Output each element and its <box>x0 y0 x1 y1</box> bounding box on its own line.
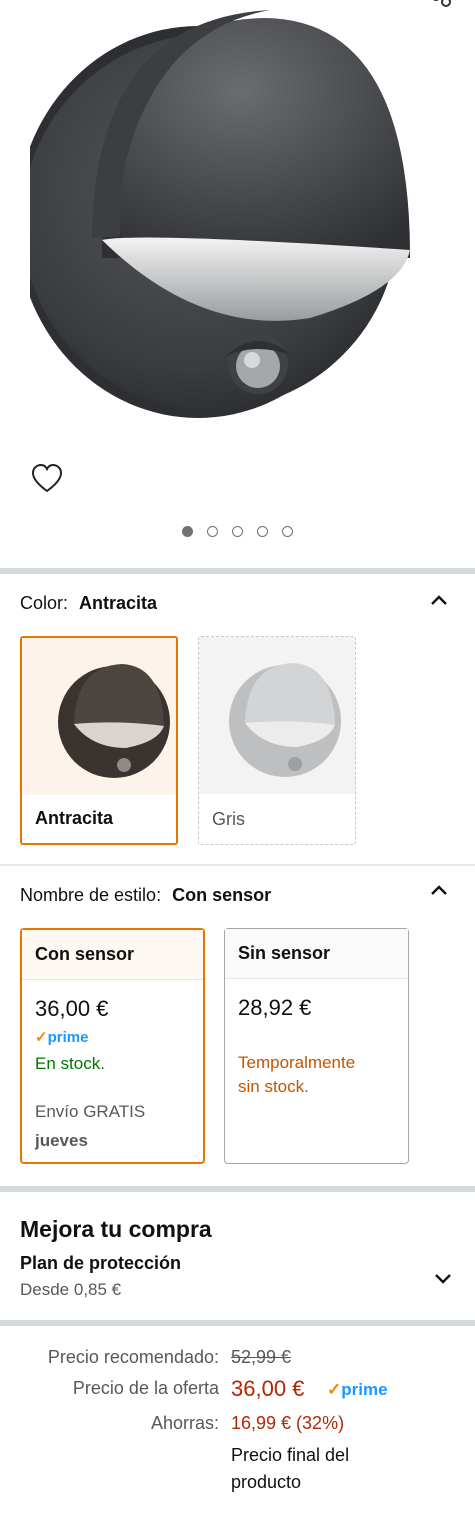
color-selector-header[interactable]: Color: Antracita <box>20 593 157 614</box>
section-divider <box>0 568 475 574</box>
upgrade-title: Mejora tu compra <box>20 1216 212 1242</box>
shipping-text: Envío GRATIS <box>35 1102 146 1121</box>
stock-status: En stock. <box>35 1054 105 1073</box>
protection-plan-price: Desde 0,85 € <box>20 1280 122 1299</box>
product-image[interactable] <box>30 0 430 450</box>
section-divider <box>0 864 475 866</box>
pagination-dot[interactable] <box>232 526 243 537</box>
color-label: Color: <box>20 593 69 613</box>
color-selected-value: Antracita <box>79 593 158 613</box>
chevron-up-icon[interactable] <box>429 883 449 897</box>
style-selected-value: Con sensor <box>172 885 272 905</box>
style-selector-header[interactable]: Nombre de estilo: Con sensor <box>20 885 271 906</box>
color-option-antracita[interactable]: Antracita <box>20 636 178 845</box>
delivery-day: jueves <box>35 1131 88 1150</box>
deal-price-value: 36,00 € <box>231 1376 305 1401</box>
deal-price-label: Precio de la oferta <box>72 1378 219 1398</box>
stock-status: Temporalmente <box>238 1053 356 1072</box>
savings-value: 16,99 € (32%) <box>231 1413 345 1433</box>
chevron-up-icon[interactable] <box>429 593 449 607</box>
style-option-sin-sensor[interactable]: Sin sensor 28,92 € Temporalmente sin sto… <box>224 928 409 1164</box>
style-option-name: Sin sensor <box>225 929 408 979</box>
color-option-label: Antracita <box>35 808 114 828</box>
list-price-value: 52,99 € <box>231 1347 292 1367</box>
pagination-dot[interactable] <box>282 526 293 537</box>
style-option-price: 36,00 € <box>35 996 109 1021</box>
protection-plan-label[interactable]: Plan de protección <box>20 1253 181 1274</box>
section-divider <box>0 1186 475 1192</box>
gallery-pagination <box>0 526 475 537</box>
style-option-price: 28,92 € <box>238 995 312 1020</box>
final-price-note-line2: producto <box>231 1472 302 1492</box>
antracita-swatch-image <box>58 664 170 778</box>
prime-badge: ✓prime <box>327 1380 388 1399</box>
pagination-dot[interactable] <box>257 526 268 537</box>
chevron-down-icon[interactable] <box>433 1272 453 1286</box>
heart-icon[interactable] <box>30 462 64 496</box>
prime-badge: ✓prime <box>35 1029 89 1046</box>
gris-swatch-image <box>229 663 341 777</box>
prime-text: prime <box>47 1029 89 1046</box>
section-divider <box>0 1320 475 1326</box>
pagination-dot[interactable] <box>207 526 218 537</box>
style-label: Nombre de estilo: <box>20 885 162 905</box>
color-option-label: Gris <box>212 809 245 829</box>
share-icon[interactable] <box>427 0 453 14</box>
color-option-gris[interactable]: Gris <box>198 636 356 845</box>
savings-label: Ahorras: <box>150 1413 219 1433</box>
final-price-note-line1: Precio final del <box>231 1445 350 1465</box>
pagination-dot[interactable] <box>182 526 193 537</box>
list-price-label: Precio recomendado: <box>47 1347 219 1367</box>
style-option-name: Con sensor <box>22 930 203 980</box>
product-gallery[interactable] <box>0 0 475 568</box>
style-option-con-sensor[interactable]: Con sensor 36,00 € ✓prime En stock. Enví… <box>20 928 205 1164</box>
stock-status: sin stock. <box>238 1077 309 1096</box>
prime-text: prime <box>341 1380 388 1399</box>
